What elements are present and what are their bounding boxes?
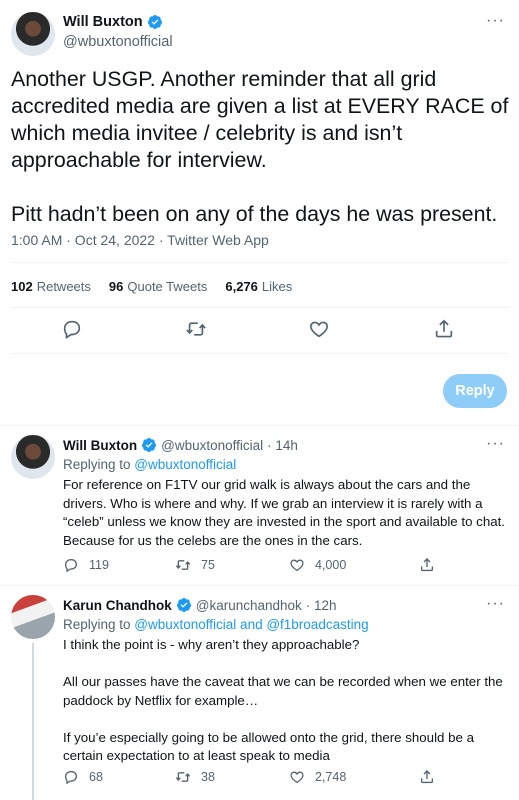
verified-badge-icon — [142, 438, 157, 452]
like-icon — [290, 771, 304, 784]
avatar[interactable] — [11, 12, 55, 56]
reply-text: I think the point is - why aren’t they a… — [63, 637, 503, 763]
retweet-action[interactable]: 75 — [175, 557, 215, 573]
thread-line — [32, 643, 34, 800]
divider — [11, 307, 508, 308]
retweet-action[interactable]: 38 — [175, 769, 215, 785]
share-action[interactable] — [419, 557, 435, 573]
more-options-icon[interactable]: ··· — [486, 12, 505, 30]
main-tweet: Will Buxton @wbuxtonofficial ··· Another… — [0, 0, 519, 425]
tweet-text: Another USGP. Another reminder that all … — [11, 67, 509, 226]
more-options-icon[interactable]: ··· — [486, 595, 505, 613]
like-action[interactable]: 4,000 — [289, 557, 346, 573]
share-icon[interactable] — [433, 318, 455, 340]
verified-badge-icon — [176, 598, 191, 612]
retweets-stat[interactable]: 102 Retweets — [11, 279, 91, 294]
retweet-icon — [175, 772, 191, 782]
reply-count: 68 — [89, 770, 103, 784]
tweet-time[interactable]: · 14h — [267, 438, 298, 453]
reply-actions: 68 38 2,748 — [63, 769, 503, 787]
reply-tweet[interactable]: Karun Chandhok @karunchandhok · 12h ··· … — [0, 585, 519, 800]
tweet-stats: 102 Retweets 96 Quote Tweets 6,276 Likes — [11, 279, 292, 294]
quote-tweets-stat[interactable]: 96 Quote Tweets — [109, 279, 207, 294]
retweet-icon — [175, 560, 191, 570]
likes-stat[interactable]: 6,276 Likes — [225, 279, 292, 294]
more-options-icon[interactable]: ··· — [486, 435, 505, 453]
author-handle[interactable]: @wbuxtonofficial — [161, 438, 263, 453]
retweet-icon[interactable] — [185, 318, 207, 340]
verified-badge-icon — [147, 15, 162, 29]
avatar[interactable] — [11, 595, 55, 639]
author-handle[interactable]: @karunchandhok — [196, 598, 302, 613]
reply-actions: 119 75 4,000 — [63, 557, 503, 575]
retweet-count: 75 — [201, 558, 215, 572]
tweet-time[interactable]: · 12h — [306, 598, 337, 613]
reply-icon — [64, 771, 78, 785]
like-count: 2,748 — [315, 770, 347, 784]
tweet-timestamp[interactable]: 1:00 AM · Oct 24, 2022 · Twitter Web App — [11, 232, 269, 248]
divider — [11, 262, 508, 263]
reply-tweet[interactable]: Will Buxton @wbuxtonofficial · 14h ··· R… — [0, 425, 519, 585]
author-handle[interactable]: @wbuxtonofficial — [63, 34, 173, 50]
author-name[interactable]: Will Buxton — [63, 438, 137, 453]
reply-action[interactable]: 119 — [63, 557, 109, 573]
replying-to-link[interactable]: @wbuxtonofficial and @f1broadcasting — [134, 617, 368, 632]
replying-to: Replying to @wbuxtonofficial — [63, 457, 237, 472]
like-icon — [290, 559, 304, 572]
author-name[interactable]: Karun Chandhok — [63, 598, 172, 613]
tweet-actions — [0, 318, 519, 342]
like-count: 4,000 — [315, 558, 347, 572]
replying-to-link[interactable]: @wbuxtonofficial — [134, 457, 236, 472]
divider — [11, 353, 508, 354]
reply-text: For reference on F1TV our grid walk is a… — [63, 477, 509, 548]
share-icon — [421, 770, 433, 784]
share-action[interactable] — [419, 769, 435, 785]
share-icon — [421, 558, 433, 572]
replying-to: Replying to @wbuxtonofficial and @f1broa… — [63, 617, 369, 632]
like-icon[interactable] — [308, 318, 330, 340]
reply-button[interactable]: Reply — [443, 374, 507, 408]
reply-icon — [64, 559, 78, 573]
reply-icon[interactable] — [61, 318, 83, 340]
author-name[interactable]: Will Buxton — [63, 14, 143, 30]
like-action[interactable]: 2,748 — [289, 769, 346, 785]
reply-action[interactable]: 68 — [63, 769, 103, 785]
avatar[interactable] — [11, 435, 55, 479]
retweet-count: 38 — [201, 770, 215, 784]
reply-count: 119 — [89, 558, 109, 572]
